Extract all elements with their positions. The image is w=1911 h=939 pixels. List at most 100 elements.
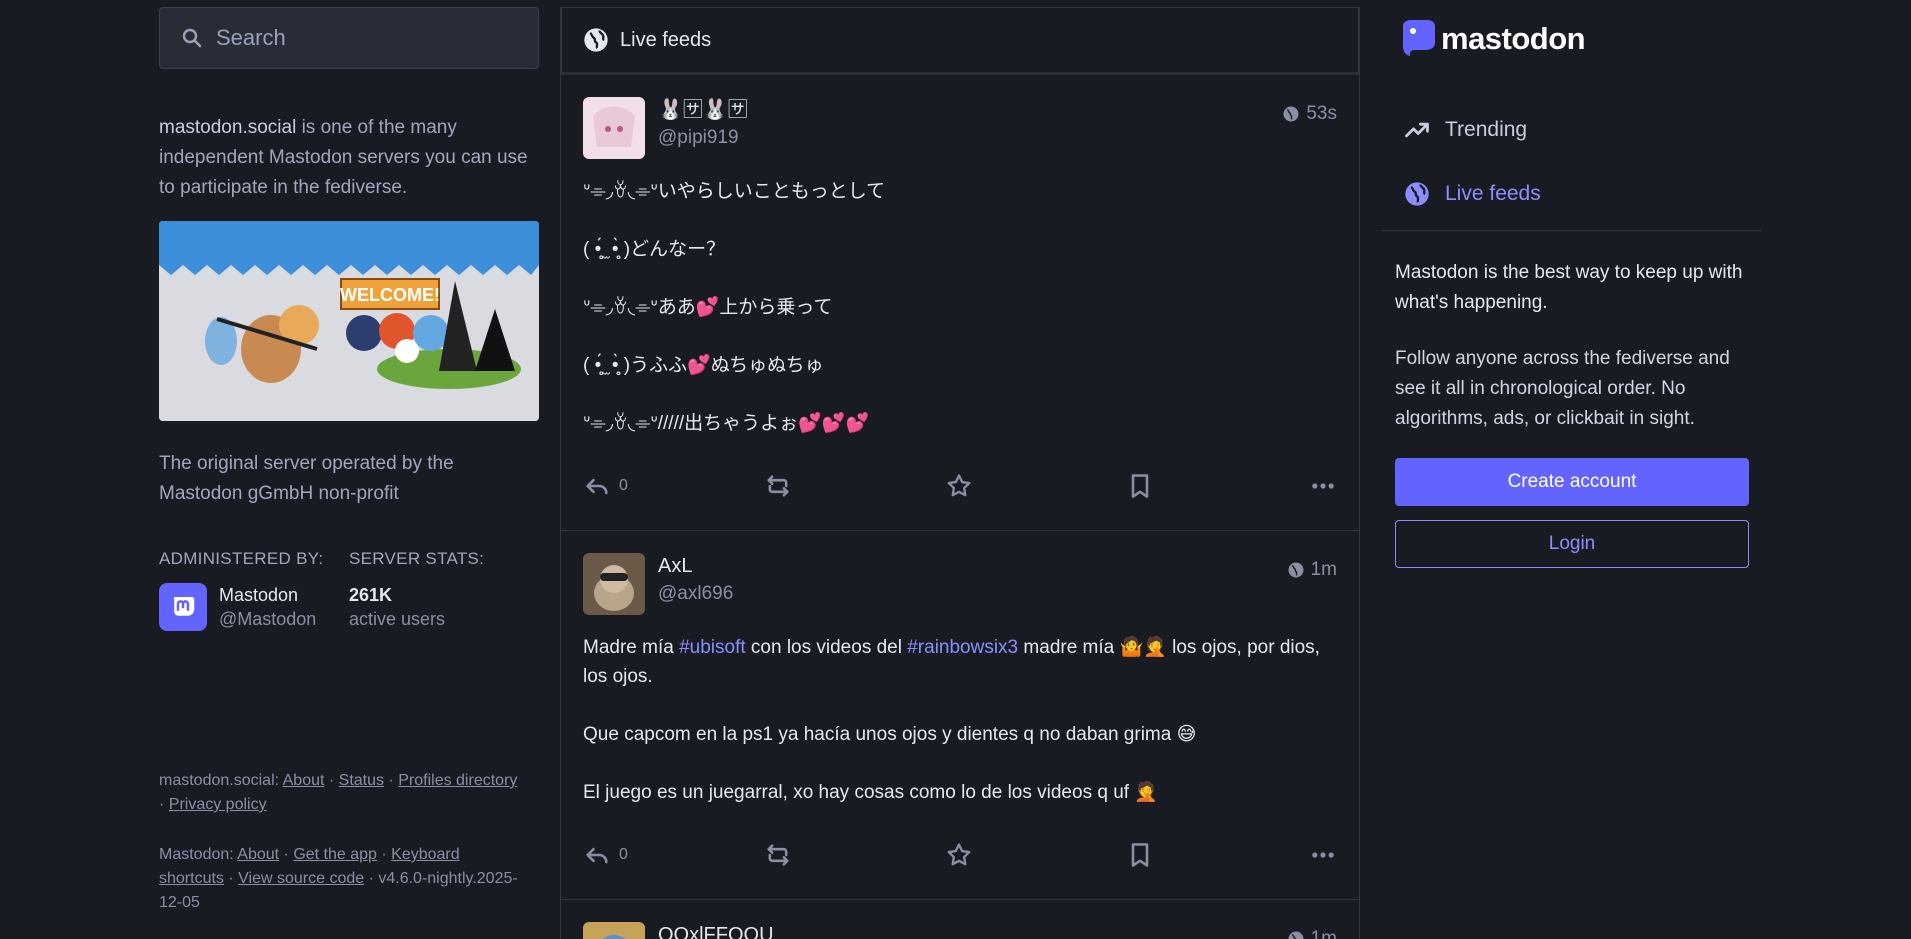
status-time[interactable]: 1m — [1287, 559, 1337, 581]
status-actions: 0 — [583, 811, 1337, 899]
nav-item-label: Trending — [1445, 118, 1528, 141]
admin-account[interactable]: Mastodon @Mastodon — [159, 583, 349, 631]
star-icon — [947, 474, 971, 497]
server-stats: SERVER STATS: 261K active users — [349, 549, 539, 631]
footer-profiles-directory-link[interactable]: Profiles directory — [398, 772, 517, 789]
hashtag-link[interactable]: #rainbowsix3 — [907, 637, 1018, 658]
status-actions: 0 — [583, 442, 1337, 530]
footer-get-app-link[interactable]: Get the app — [293, 846, 377, 863]
search-input[interactable] — [216, 25, 516, 51]
mastodon-logo-icon — [1403, 20, 1435, 56]
status-time[interactable]: 53s — [1282, 103, 1337, 125]
boost-button[interactable] — [764, 472, 945, 500]
status-content: ᐡ⌯◞ꈊ◟⌯ᐡいやらしいこともっとして ( •̥̥̥́ ̫ •̥̥̥̀ )どんな… — [583, 177, 1337, 438]
status-time[interactable]: 1m — [1287, 928, 1337, 939]
status-card[interactable]: AxL @axl696 1m Madre mía #ubisoft con lo… — [561, 531, 1359, 900]
signup-panel: Mastodon is the best way to keep up with… — [1395, 258, 1749, 568]
avatar[interactable] — [583, 553, 645, 615]
svg-text:WELCOME!: WELCOME! — [340, 285, 440, 305]
favourite-button[interactable] — [945, 472, 1126, 500]
display-name[interactable]: 🐰🈂🐰🈂 — [658, 97, 748, 123]
avatar[interactable] — [583, 922, 645, 939]
server-operated: The original server operated by the Mast… — [159, 453, 454, 504]
boost-button[interactable] — [764, 841, 945, 869]
server-footer-prefix: mastodon.social: — [159, 772, 283, 789]
globe-icon — [1283, 106, 1299, 122]
trending-icon — [1405, 122, 1429, 138]
star-icon — [947, 843, 971, 866]
stats-label: SERVER STATS: — [349, 549, 485, 568]
status-paragraph: Que capcom en la ps1 ya hacía unos ojos … — [583, 724, 1197, 745]
globe-icon — [584, 28, 608, 52]
status-paragraph: Madre mía #ubisoft con los videos del #r… — [583, 633, 1337, 691]
bookmark-button[interactable] — [1126, 841, 1307, 869]
reply-count: 0 — [619, 846, 628, 863]
admin-stats-row: ADMINISTERED BY: Mastodon @Mastodon SERV… — [159, 549, 539, 631]
status-paragraph: ᐡ⌯◞ꈊ◟⌯ᐡいやらしいこともっとして — [583, 181, 886, 202]
login-button[interactable]: Login — [1395, 520, 1749, 568]
footer-app-about-link[interactable]: About — [237, 846, 279, 863]
footer-status-link[interactable]: Status — [339, 772, 384, 789]
text: con los videos del — [745, 637, 908, 658]
active-users-label: active users — [349, 609, 446, 629]
status-card[interactable]: OOxlFFOOU 1m — [561, 900, 1359, 939]
more-icon — [1312, 483, 1334, 489]
favourite-button[interactable] — [945, 841, 1126, 869]
reply-button[interactable]: 0 — [583, 472, 764, 500]
search-box[interactable] — [159, 7, 539, 69]
nav-item-trending[interactable]: Trending — [1381, 98, 1761, 162]
display-name[interactable]: AxL — [658, 553, 733, 579]
status-paragraph: ( •̥̥̥́ ̫ •̥̥̥̀ )うふふ💕ぬちゅぬちゅ — [583, 355, 824, 376]
live-feed-column: Live feeds 🐰🈂🐰🈂 @pipi919 53s ᐡ⌯◞ꈊ◟⌯ᐡいやらし… — [560, 7, 1360, 939]
nav-item-live-feeds[interactable]: Live feeds — [1381, 162, 1761, 226]
nav-item-label: Live feeds — [1445, 182, 1541, 205]
avatar[interactable] — [159, 583, 207, 631]
globe-icon — [1288, 931, 1304, 939]
avatar[interactable] — [583, 97, 645, 159]
signup-headline: Mastodon is the best way to keep up with… — [1395, 262, 1743, 313]
globe-icon — [1288, 562, 1304, 578]
bookmark-button[interactable] — [1126, 472, 1307, 500]
account-handle[interactable]: @pipi919 — [658, 125, 748, 151]
bookmark-icon — [1131, 474, 1149, 498]
status-paragraph: ( •̥̥̥́ ̫ •̥̥̥̀ )どんなー？ — [583, 239, 726, 260]
status-paragraph: El juego es un juegarral, xo hay cosas c… — [583, 782, 1158, 803]
timestamp: 53s — [1306, 103, 1337, 124]
administered-by: ADMINISTERED BY: Mastodon @Mastodon — [159, 549, 349, 631]
reply-count: 0 — [619, 477, 628, 494]
more-button[interactable] — [1309, 472, 1337, 500]
bookmark-icon — [1131, 843, 1149, 867]
reply-icon — [586, 847, 608, 864]
left-sidebar: mastodon.social is one of the many indep… — [159, 7, 539, 939]
server-footer: mastodon.social: About · Status · Profil… — [159, 772, 518, 813]
active-users-count: 261K — [349, 585, 393, 605]
mastodon-logo[interactable]: mastodon — [1399, 18, 1586, 60]
account-handle[interactable]: @axl696 — [658, 581, 733, 607]
column-title: Live feeds — [620, 28, 712, 51]
reply-button[interactable]: 0 — [583, 841, 764, 869]
admin-label: ADMINISTERED BY: — [159, 549, 324, 568]
status-paragraph: ᐡ⌯◞ꈊ◟⌯ᐡ/////出ちゃうよぉ💕💕💕 — [583, 413, 870, 434]
timestamp: 1m — [1310, 559, 1337, 580]
reply-icon — [586, 478, 608, 495]
server-domain: mastodon.social — [159, 117, 297, 138]
display-name[interactable]: OOxlFFOOU — [658, 922, 774, 939]
boost-icon — [767, 475, 789, 497]
footer-about-link[interactable]: About — [283, 772, 325, 789]
column-header[interactable]: Live feeds — [561, 7, 1359, 75]
more-button[interactable] — [1309, 841, 1337, 869]
server-hero-image: WELCOME! — [159, 221, 539, 421]
status-paragraph: ᐡ⌯◞ꈊ◟⌯ᐡああ💕上から乗って — [583, 297, 833, 318]
welcome-illustration: WELCOME! — [159, 221, 539, 421]
search-icon — [182, 28, 202, 48]
status-card[interactable]: 🐰🈂🐰🈂 @pipi919 53s ᐡ⌯◞ꈊ◟⌯ᐡいやらしいこともっとして ( … — [561, 75, 1359, 531]
app-footer: Mastodon: About · Get the app · Keyboard… — [159, 846, 518, 911]
create-account-button[interactable]: Create account — [1395, 458, 1749, 506]
footer-links: mastodon.social: About · Status · Profil… — [159, 769, 519, 915]
footer-privacy-link[interactable]: Privacy policy — [169, 796, 267, 813]
footer-source-link[interactable]: View source code — [238, 870, 364, 887]
server-about: mastodon.social is one of the many indep… — [159, 113, 539, 203]
mastodon-logo-icon — [173, 597, 195, 616]
hashtag-link[interactable]: #ubisoft — [679, 637, 746, 658]
main-navigation: Trending Live feeds — [1381, 98, 1761, 226]
